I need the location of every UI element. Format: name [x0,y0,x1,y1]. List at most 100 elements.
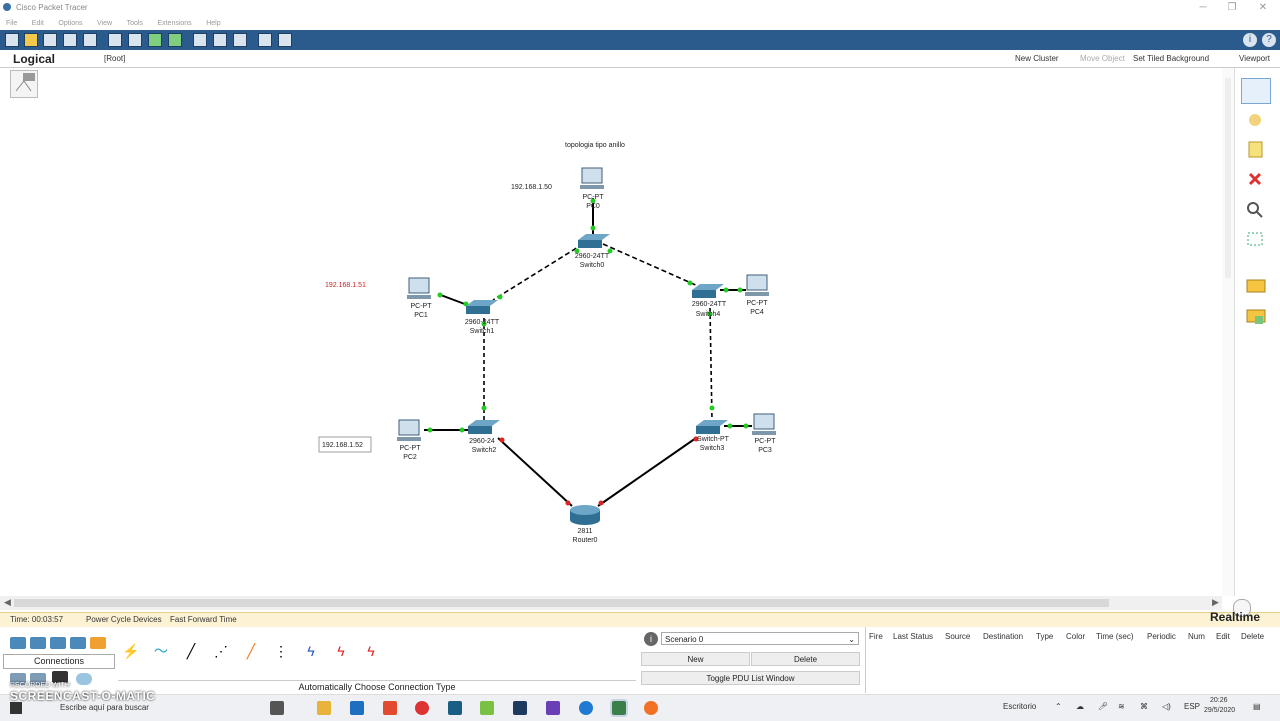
console-cable-icon[interactable]: 〜 [149,641,173,661]
menu-options[interactable]: Options [58,20,82,27]
power-cycle-devices-button[interactable]: Power Cycle Devices [86,615,162,624]
vertical-scroll-thumb[interactable] [1225,78,1231,278]
link-switch0-switch1[interactable] [492,243,584,301]
switch1-device[interactable]: 2960-24TT Switch1 [465,300,500,335]
clock-time[interactable]: 20:26 [1210,697,1228,704]
pc0-ip-note[interactable]: 192.168.1.50 [511,184,552,191]
switch2-device[interactable]: 2960-24 Switch2 [468,420,500,454]
end-devices-category-icon[interactable] [30,637,46,649]
store-icon[interactable] [383,701,397,715]
multiuser-category-icon[interactable] [70,637,86,649]
input-language[interactable]: ESP [1184,702,1200,711]
paste-icon[interactable] [128,33,142,47]
info-icon[interactable]: i [1243,33,1257,47]
menu-file[interactable]: File [6,20,17,27]
zoom-in-icon[interactable] [193,33,207,47]
palette-icon[interactable] [258,33,272,47]
viewport-button[interactable]: Viewport [1239,54,1270,63]
scroll-left-arrow-icon[interactable]: ◀ [4,597,11,608]
connections-category-icon[interactable] [90,637,106,649]
zoom-out-icon[interactable] [233,33,247,47]
draw-shape-icon[interactable] [1241,228,1269,252]
new-scenario-button[interactable]: New [641,652,750,666]
scenario-info-icon[interactable]: i [644,632,658,646]
activity-wizard-icon[interactable] [83,33,97,47]
switch3-device[interactable]: Switch-PT Switch3 [696,420,730,452]
edge-browser-icon[interactable] [579,701,593,715]
pc1-ip-note[interactable]: 192.168.1.51 [325,282,366,289]
horizontal-scroll-thumb[interactable] [14,599,1109,607]
link-switch3-router0[interactable] [597,437,697,507]
delete-scenario-button[interactable]: Delete [751,652,860,666]
custom-device-icon[interactable] [278,33,292,47]
logical-tab[interactable]: Logical [13,52,55,66]
link-switch2-router0[interactable] [497,437,573,507]
place-note-icon[interactable] [1241,138,1269,162]
redo-icon[interactable] [168,33,182,47]
pc3-device[interactable]: PC-PT PC3 [752,413,776,454]
tray-volume-icon[interactable]: ◁) [1162,702,1171,711]
switch0-device[interactable]: 2960-24TT Switch0 [575,234,610,269]
zoom-reset-icon[interactable] [213,33,227,47]
task-view-icon[interactable] [270,701,284,715]
menu-extensions[interactable]: Extensions [157,20,191,27]
clock-date[interactable]: 29/5/2020 [1204,707,1235,714]
file-explorer-icon[interactable] [317,701,331,715]
coaxial-cable-icon[interactable]: ϟ [299,641,323,661]
workspace-horizontal-scrollbar[interactable]: ◀ ▶ [0,596,1222,610]
tray-wifi-icon[interactable]: ≋ [1118,702,1125,711]
pc2-ip-note[interactable]: 192.168.1.52 [322,442,363,449]
add-simple-pdu-icon[interactable] [1241,274,1269,298]
notifications-icon[interactable]: ▤ [1253,702,1261,711]
hand-tool-icon[interactable] [1241,108,1269,132]
menu-view[interactable]: View [97,20,112,27]
windows-start-icon[interactable] [10,702,22,714]
close-window-button[interactable]: ✕ [1250,1,1276,15]
move-object-button[interactable]: Move Object [1080,54,1125,63]
serial-dce-icon[interactable]: ϟ [329,641,353,661]
menu-tools[interactable]: Tools [127,20,143,27]
components-category-icon[interactable] [50,637,66,649]
open-folder-icon[interactable] [24,33,38,47]
help-icon[interactable]: ? [1262,33,1276,47]
pc1-device[interactable]: PC-PT PC1 [407,277,432,319]
topology-canvas[interactable]: topologia tipo anillo 192.168.1.50 192.1… [0,68,1222,596]
undo-icon[interactable] [148,33,162,47]
network-devices-category-icon[interactable] [10,637,26,649]
dev-app-icon[interactable] [513,701,527,715]
workspace-vertical-scrollbar[interactable] [1222,68,1234,596]
fast-forward-time-button[interactable]: Fast Forward Time [170,615,237,624]
copy-icon[interactable] [108,33,122,47]
copper-cross-over-icon[interactable]: ⋰ [209,641,233,661]
media-app-icon[interactable] [415,701,429,715]
root-breadcrumb[interactable]: [Root] [104,54,125,63]
mail-icon[interactable] [350,701,364,715]
tray-chevron-up-icon[interactable]: ⌃ [1055,702,1062,711]
auto-connection-icon[interactable]: ⚡ [119,641,143,661]
scenario-select[interactable]: Scenario 0 ⌄ [661,632,859,645]
fiber-cable-icon[interactable]: ╱ [239,641,263,661]
tray-network-icon[interactable]: ⌘ [1140,702,1148,711]
packet-tracer-taskbar-icon[interactable] [610,699,628,717]
pc4-device[interactable]: PC-PT PC4 [745,274,769,316]
taskbar-search-box[interactable]: Escribe aquí para buscar [60,703,149,712]
network-app-icon[interactable] [480,701,494,715]
menu-edit[interactable]: Edit [32,20,44,27]
print-icon[interactable] [63,33,77,47]
maximize-button[interactable]: ❐ [1219,1,1245,15]
logical-workspace[interactable]: topologia tipo anillo 192.168.1.50 192.1… [0,68,1222,596]
link-switch4-switch3[interactable] [709,307,713,421]
minimize-button[interactable]: ─ [1190,1,1216,15]
toggle-pdu-list-button[interactable]: Toggle PDU List Window [641,671,860,685]
select-tool-icon[interactable] [1241,78,1271,104]
tray-microphone-icon[interactable]: 🎤︎ [1098,702,1108,711]
link-switch0-switch4[interactable] [602,243,699,287]
tray-cloud-icon[interactable]: ☁ [1076,702,1084,711]
menu-help[interactable]: Help [206,20,220,27]
new-file-icon[interactable] [5,33,19,47]
firefox-icon[interactable] [644,701,658,715]
terminal-app-icon[interactable] [448,701,462,715]
new-cluster-button[interactable]: New Cluster [1015,54,1059,63]
set-tiled-background-button[interactable]: Set Tiled Background [1133,54,1209,63]
phone-cable-icon[interactable]: ⋮ [269,641,293,661]
